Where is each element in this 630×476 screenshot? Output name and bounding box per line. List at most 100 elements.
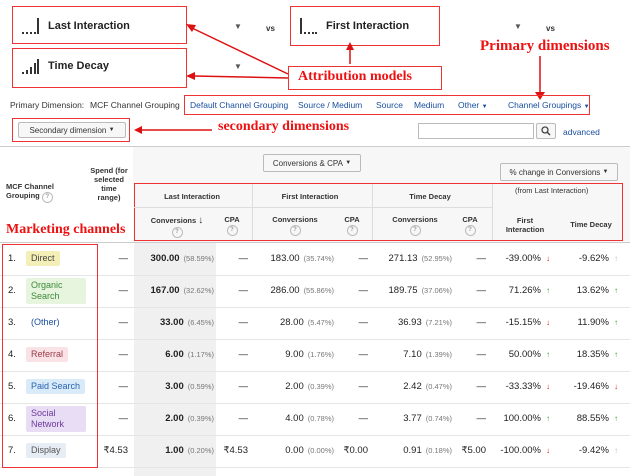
conversions-cell: 36.93 (7.21%) [372, 307, 452, 338]
arrow-up-icon: ↑ [546, 350, 550, 359]
cpa-value: — [476, 253, 487, 264]
metric-selector[interactable]: Conversions & CPA ▼ [263, 154, 361, 172]
cpa-value: — [358, 381, 369, 392]
header-divider [492, 184, 493, 240]
conversions-cell: 189.75 (37.06%) [372, 275, 453, 306]
cpa-value: — [476, 285, 487, 296]
conversions-header-3[interactable]: Conversions? [378, 215, 452, 236]
last-interaction-icon [20, 16, 40, 36]
conversions-cell: 0.00 (0.00%) [254, 435, 334, 466]
secondary-dimension-button[interactable]: Secondary dimension ▼ [18, 122, 126, 138]
chevron-down-icon: ▼ [481, 104, 488, 110]
cpa-cell: — [452, 371, 487, 402]
conversions-cell: 286.00 (55.86%) [254, 275, 335, 306]
conversions-percent: (0.39%) [187, 414, 214, 423]
chevron-down-icon: ▼ [602, 169, 609, 175]
advanced-link[interactable]: advanced [563, 127, 600, 137]
arrow-down-icon: ↓ [614, 382, 618, 391]
help-icon[interactable]: ? [41, 192, 53, 203]
chevron-down-icon[interactable]: ▼ [514, 22, 522, 31]
help-icon[interactable]: ? [346, 225, 358, 236]
conversions-cell: 0.91 (0.18%) [372, 435, 452, 466]
change-value: -15.15% [505, 317, 541, 328]
help-icon[interactable]: ? [171, 227, 183, 238]
channel-column-header: MCF Channel Grouping ? [6, 182, 66, 203]
cpa-value: — [476, 413, 487, 424]
conversions-percent: (1.17%) [187, 350, 214, 359]
cpa-value: — [358, 317, 369, 328]
tab-source-medium[interactable]: Source / Medium [298, 100, 362, 110]
vs-label: vs [546, 24, 555, 33]
conversions-header-2[interactable]: Conversions? [258, 215, 332, 236]
conversions-value: 0.00 [285, 445, 304, 456]
tab-other-label: Other [458, 100, 480, 110]
change-value: -100.00% [500, 445, 541, 456]
tab-default-channel-grouping[interactable]: Default Channel Grouping [190, 100, 288, 110]
change-value: -19.46% [573, 381, 609, 392]
conversions-percent: (0.00%) [307, 446, 334, 455]
cpa-value: ₹5.00 [461, 445, 486, 456]
arrow-neutral-icon: ↑ [614, 446, 618, 455]
conversions-value: 300.00 [150, 253, 180, 264]
search-button[interactable] [536, 123, 556, 139]
spend-value: ₹4.53 [103, 445, 128, 456]
conversions-percent: (58.59%) [183, 254, 214, 263]
change-time-decay-header: Time Decay [570, 220, 612, 229]
conversions-header-1[interactable]: Conversions ↓? [140, 215, 214, 238]
last-interaction-model-selector[interactable]: Last Interaction [20, 14, 130, 38]
conversions-cell: 28.00 (5.47%) [254, 307, 334, 338]
arrow-up-icon: ↑ [614, 318, 618, 327]
spend-value: — [118, 381, 129, 392]
change-first-cell: 100.00% ↑ [494, 403, 550, 434]
conversions-percent: (35.74%) [303, 254, 334, 263]
primary-dimension-label: Primary Dimension: [10, 100, 85, 110]
change-selector[interactable]: % change in Conversions ▼ [500, 163, 618, 181]
help-icon[interactable]: ? [226, 225, 238, 236]
conversions-percent: (7.21%) [425, 318, 452, 327]
tab-source[interactable]: Source [376, 100, 403, 110]
change-value: -9.62% [578, 253, 609, 264]
change-value: 18.35% [576, 349, 609, 360]
conversions-percent: (55.86%) [303, 286, 334, 295]
primary-dimensions-arrow [535, 56, 545, 100]
help-icon[interactable]: ? [409, 225, 421, 236]
change-first-cell: -15.15% ↓ [494, 307, 550, 338]
cpa-cell: ₹5.00 [452, 435, 486, 466]
spend-value: — [118, 285, 129, 296]
conversions-percent: (0.59%) [187, 382, 214, 391]
secondary-dimension-label: Secondary dimension [29, 125, 107, 135]
spend-value: — [118, 349, 129, 360]
cpa-cell: — [214, 275, 249, 306]
cpa-cell: — [334, 403, 369, 434]
cpa-value: — [238, 317, 249, 328]
conversions-cell: 3.77 (0.74%) [372, 403, 452, 434]
metric-selector-label: Conversions & CPA [272, 158, 343, 168]
header-divider [372, 184, 373, 240]
cpa-cell: — [334, 275, 369, 306]
conversions-value: 3.00 [165, 381, 184, 392]
help-icon[interactable]: ? [464, 225, 476, 236]
tab-channel-groupings-label: Channel Groupings [508, 100, 582, 110]
change-value: 88.55% [576, 413, 609, 424]
cpa-value: — [238, 349, 249, 360]
conversions-value: 36.93 [397, 317, 422, 328]
group-time-decay: Time Decay [409, 192, 451, 201]
conversions-label: Conversions [392, 215, 438, 224]
chevron-down-icon: ▼ [583, 104, 590, 110]
conversions-value: 271.13 [388, 253, 418, 264]
conversions-percent: (0.78%) [307, 414, 334, 423]
conversions-percent: (1.39%) [425, 350, 452, 359]
change-first-cell: -33.33% ↓ [494, 371, 550, 402]
tab-medium[interactable]: Medium [414, 100, 444, 110]
cpa-cell: — [214, 307, 249, 338]
arrow-up-icon: ↑ [614, 286, 618, 295]
cpa-value: ₹4.53 [223, 445, 248, 456]
primary-dimensions-annotation: Primary dimensions [480, 38, 610, 54]
search-input[interactable] [418, 123, 534, 139]
tab-channel-groupings[interactable]: Channel Groupings ▼ [508, 100, 590, 110]
time-decay-model-selector[interactable]: Time Decay [20, 54, 109, 78]
conversions-value: 2.42 [403, 381, 422, 392]
tab-other[interactable]: Other ▼ [458, 100, 488, 110]
conversions-value: 0.91 [403, 445, 422, 456]
help-icon[interactable]: ? [289, 225, 301, 236]
